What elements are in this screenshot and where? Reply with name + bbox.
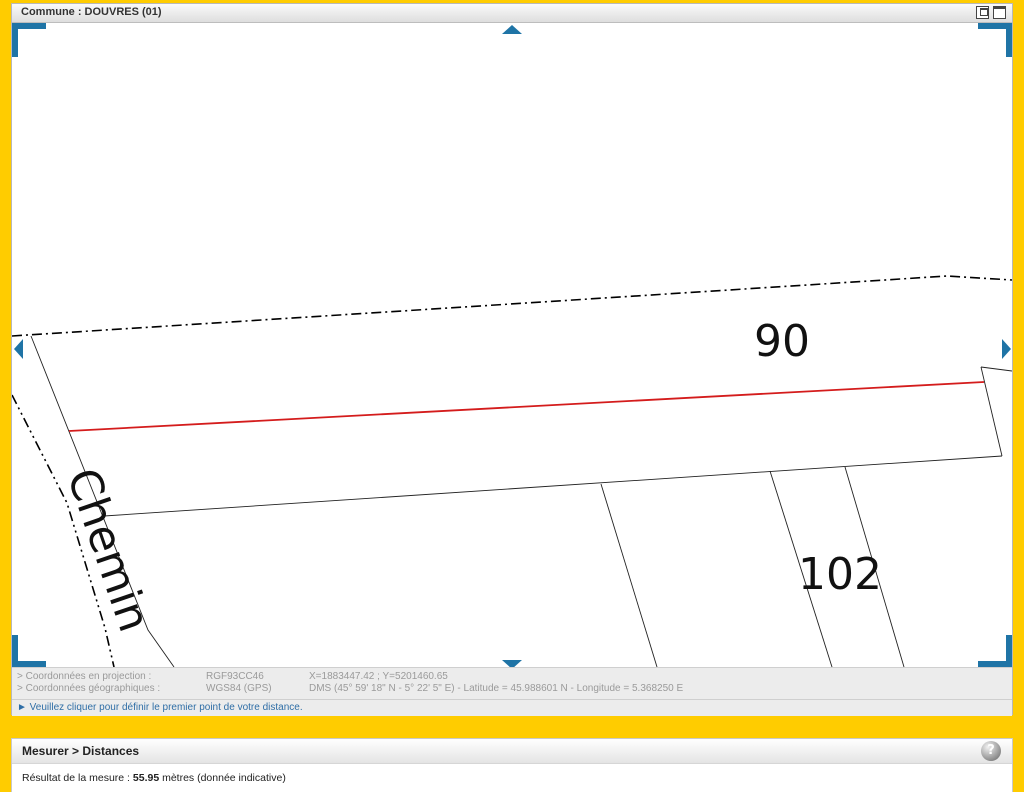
projection-system: RGF93CC46 [206, 671, 264, 682]
corner-mark-bottom-right [978, 635, 1012, 667]
corner-mark-top-left [12, 23, 46, 57]
parcel-line [980, 366, 1003, 457]
geo-label: > Coordonnées géographiques : [17, 683, 161, 694]
pan-left-icon[interactable] [14, 339, 23, 359]
geo-system: WGS84 (GPS) [206, 683, 272, 694]
restore-icon[interactable] [976, 6, 989, 19]
map-titlebar: Commune : DOUVRES (01) [12, 4, 1012, 23]
parcel-line [980, 366, 1012, 372]
result-suffix: mètres (donnée indicative) [159, 772, 286, 784]
result-prefix: Résultat de la mesure : [22, 772, 133, 784]
cadastral-map[interactable]: 90 102 Chemin [12, 23, 1012, 667]
instruction-text: ► Veuillez cliquer pour définir le premi… [17, 702, 303, 713]
parcel-line [600, 483, 658, 667]
maximize-icon[interactable] [993, 6, 1006, 19]
corner-mark-top-right [978, 23, 1012, 57]
boundary-dashdot-top [12, 275, 1012, 337]
road-label: Chemin [57, 462, 160, 638]
help-icon[interactable]: ? [981, 741, 1001, 761]
pan-down-icon[interactable] [502, 660, 522, 667]
window-title: Commune : DOUVRES (01) [21, 6, 162, 18]
parcel-label-90: 90 [754, 316, 810, 367]
result-value: 55.95 [132, 772, 160, 784]
measure-result: Résultat de la mesure : 55.95 mètres (do… [22, 772, 286, 784]
corner-mark-bottom-left [12, 635, 46, 667]
measure-panel-header: Mesurer > Distances ? [12, 739, 1012, 764]
divider [12, 699, 1012, 700]
parcel-line [103, 455, 1003, 517]
map-canvas[interactable]: 90 102 Chemin [12, 23, 1012, 667]
projection-value: X=1883447.42 ; Y=5201460.65 [309, 671, 448, 682]
parcel-label-102: 102 [798, 549, 882, 600]
geo-value: DMS (45° 59' 18" N - 5° 22' 5" E) - Lati… [309, 683, 684, 694]
measure-line [68, 381, 985, 432]
map-window: Commune : DOUVRES (01) 90 102 Chemin > C… [11, 3, 1013, 716]
projection-label: > Coordonnées en projection : [17, 671, 152, 682]
pan-up-icon[interactable] [502, 25, 522, 34]
measure-title: Mesurer > Distances [22, 744, 140, 758]
pan-right-icon[interactable] [1002, 339, 1011, 359]
coordinates-bar: > Coordonnées en projection : RGF93CC46 … [12, 667, 1012, 716]
measure-panel: Mesurer > Distances ? Résultat de la mes… [11, 738, 1013, 792]
